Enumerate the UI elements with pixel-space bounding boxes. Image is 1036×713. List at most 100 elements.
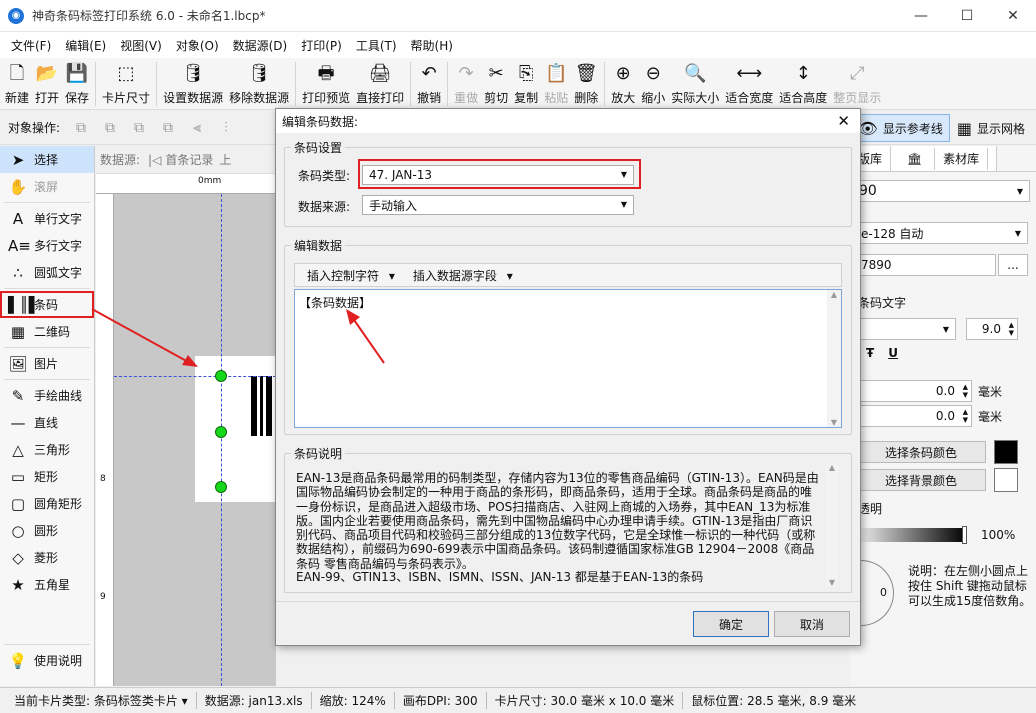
menu-item-4[interactable]: 数据源(D) — [226, 37, 295, 54]
menu-item-1[interactable]: 编辑(E) — [58, 37, 113, 54]
resize-handle-bottom[interactable] — [215, 481, 227, 493]
insert-control-char-button[interactable]: 插入控制字符 ▾ — [295, 267, 401, 284]
tool-image[interactable]: 🖼 图片 — [0, 350, 94, 377]
minimize-icon[interactable]: — — [898, 0, 944, 32]
tab-material-library[interactable]: 🏛 素材库 — [891, 146, 998, 171]
show-guides-toggle[interactable]: 👁 显示参考线 — [850, 114, 950, 142]
zoom-in-button[interactable]: ⊕ 放大 — [608, 58, 638, 110]
layer-down-icon[interactable]: ⧉ — [128, 119, 150, 137]
maximize-icon[interactable]: ☐ — [944, 0, 990, 32]
palette-separator — [4, 202, 90, 203]
bar-color-swatch[interactable] — [994, 440, 1018, 464]
menu-item-7[interactable]: 帮助(H) — [404, 37, 460, 54]
insert-datasource-field-button[interactable]: 插入数据源字段 ▾ — [401, 267, 519, 284]
save-button[interactable]: 💾 保存 — [62, 58, 92, 110]
strikethrough-icon[interactable]: Ŧ — [866, 346, 874, 360]
resize-handle-middle[interactable] — [215, 426, 227, 438]
design-canvas[interactable] — [114, 194, 276, 686]
print-preview-button[interactable]: 🖶 打印预览 — [299, 58, 353, 110]
stepper-arrows-icon[interactable]: ▲ ▼ — [963, 408, 968, 424]
tool-pointer[interactable]: ➤ 选择 — [0, 146, 94, 173]
card-size-button[interactable]: ⬚ 卡片尺寸 — [99, 58, 153, 110]
tool-multi-text[interactable]: A≡ 多行文字 — [0, 232, 94, 259]
tool-arc-text[interactable]: ∴ 圆弧文字 — [0, 259, 94, 286]
ok-button[interactable]: 确定 — [693, 611, 769, 637]
stepper-arrows-icon[interactable]: ▲ ▼ — [963, 383, 968, 399]
insert-control-char-label: 插入控制字符 — [307, 268, 380, 283]
tool-line[interactable]: — 直线 — [0, 409, 94, 436]
choose-bg-color-button[interactable]: 选择背景颜色 — [856, 469, 986, 491]
encoding-combo[interactable]: e-128 自动 ▼ — [856, 222, 1028, 244]
copy-button[interactable]: ⎘ 复制 — [511, 58, 541, 110]
underline-icon[interactable]: U — [888, 346, 898, 360]
undo-button[interactable]: ↶ 撤销 — [414, 58, 444, 110]
set-datasource-button[interactable]: 🛢 设置数据源 — [160, 58, 226, 110]
redo-button[interactable]: ↷ 重做 — [451, 58, 481, 110]
offset-x-stepper[interactable]: 0.0 ▲ ▼ — [860, 380, 972, 402]
close-icon[interactable]: ✕ — [990, 0, 1036, 32]
zoom-out-button[interactable]: ⊖ 缩小 — [638, 58, 668, 110]
more-button[interactable]: ... — [998, 254, 1028, 276]
transparency-slider[interactable] — [856, 528, 966, 542]
show-grid-toggle[interactable]: ▦ 显示网格 — [950, 114, 1032, 142]
open-file-button[interactable]: 📂 打开 — [32, 58, 62, 110]
actual-size-button[interactable]: 🔍 实际大小 — [668, 58, 722, 110]
menu-item-5[interactable]: 打印(P) — [294, 37, 349, 54]
first-record-icon[interactable]: |◁ — [148, 153, 161, 167]
stepper-arrows-icon[interactable]: ▲ ▼ — [1009, 321, 1014, 337]
menu-item-6[interactable]: 工具(T) — [349, 37, 404, 54]
menu-item-0[interactable]: 文件(F) — [4, 37, 58, 54]
tool-label: 圆角矩形 — [34, 497, 83, 511]
label-card[interactable] — [195, 356, 276, 502]
editor-scrollbar[interactable]: ▲ ▼ — [827, 290, 841, 427]
paste-button[interactable]: 📋 粘贴 — [541, 58, 571, 110]
first-record-button[interactable]: 首条记录 — [165, 151, 213, 168]
layer-bottom-icon[interactable]: ⧉ — [157, 119, 179, 137]
status-card-type[interactable]: 当前卡片类型: 条码标签类卡片 ▾ — [6, 692, 197, 709]
print-button[interactable]: 🖨 直接打印 — [353, 58, 407, 110]
delete-button[interactable]: 🗑 删除 — [571, 58, 601, 110]
prev-record-button[interactable]: 上 — [219, 151, 231, 168]
tool-qrcode[interactable]: ▦ 二维码 — [0, 318, 94, 345]
data-source-select[interactable]: 手动输入 ▼ — [362, 195, 634, 215]
cancel-button[interactable]: 取消 — [774, 611, 850, 637]
toolbar-label: 适合高度 — [779, 91, 828, 105]
tool-barcode[interactable]: ▌║▌ 条码 — [0, 291, 94, 318]
remove-datasource-button[interactable]: 🛢 移除数据源 — [226, 58, 292, 110]
full-page-button[interactable]: ⤢ 整页显示 — [830, 58, 884, 110]
font-size-stepper[interactable]: 9.0 ▲ ▼ — [966, 318, 1018, 340]
align-center-icon[interactable]: ⫶ — [215, 119, 237, 137]
tool-single-text[interactable]: A 单行文字 — [0, 205, 94, 232]
tool-help-bulb[interactable]: 💡 使用说明 — [0, 647, 94, 674]
offset-y-stepper[interactable]: 0.0 ▲ ▼ — [860, 405, 972, 427]
choose-bar-color-button[interactable]: 选择条码颜色 — [856, 441, 986, 463]
tool-hand[interactable]: ✋ 滚屏 — [0, 173, 94, 200]
menu-item-2[interactable]: 视图(V) — [113, 37, 169, 54]
tool-diamond[interactable]: ◇ 菱形 — [0, 544, 94, 571]
property-panel: 版库 🏛 素材库 90 ▼ e-128 自动 ▼ 7890 ... 条码文字 ▼… — [850, 146, 1036, 686]
tool-pencil[interactable]: ✎ 手绘曲线 — [0, 382, 94, 409]
description-scrollbar[interactable]: ▲ ▼ — [826, 463, 838, 587]
barcode-preview[interactable] — [195, 356, 276, 502]
tool-triangle[interactable]: △ 三角形 — [0, 436, 94, 463]
close-icon[interactable]: ✕ — [837, 112, 850, 130]
align-left-icon[interactable]: ⫷ — [186, 119, 208, 137]
fit-height-button[interactable]: ↕ 适合高度 — [776, 58, 830, 110]
font-combo[interactable]: ▼ — [856, 318, 956, 340]
layer-up-icon[interactable]: ⧉ — [70, 119, 92, 137]
barcode-value-combo[interactable]: 90 ▼ — [854, 180, 1030, 202]
fit-width-button[interactable]: ⟷ 适合宽度 — [722, 58, 776, 110]
tool-rectangle[interactable]: ▭ 矩形 — [0, 463, 94, 490]
resize-handle-top[interactable] — [215, 370, 227, 382]
barcode-data-editor[interactable]: 【条码数据】 ▲ ▼ — [294, 289, 842, 428]
slider-thumb[interactable] — [962, 526, 967, 544]
tool-circle[interactable]: ○ 圆形 — [0, 517, 94, 544]
content-field[interactable]: 7890 — [856, 254, 996, 276]
tool-star[interactable]: ★ 五角星 — [0, 571, 94, 598]
tool-rounded-rect[interactable]: ▢ 圆角矩形 — [0, 490, 94, 517]
bg-color-swatch[interactable] — [994, 468, 1018, 492]
cut-button[interactable]: ✂ 剪切 — [481, 58, 511, 110]
new-file-button[interactable]: 🗋 新建 — [2, 58, 32, 110]
menu-item-3[interactable]: 对象(O) — [169, 37, 226, 54]
layer-top-icon[interactable]: ⧉ — [99, 119, 121, 137]
